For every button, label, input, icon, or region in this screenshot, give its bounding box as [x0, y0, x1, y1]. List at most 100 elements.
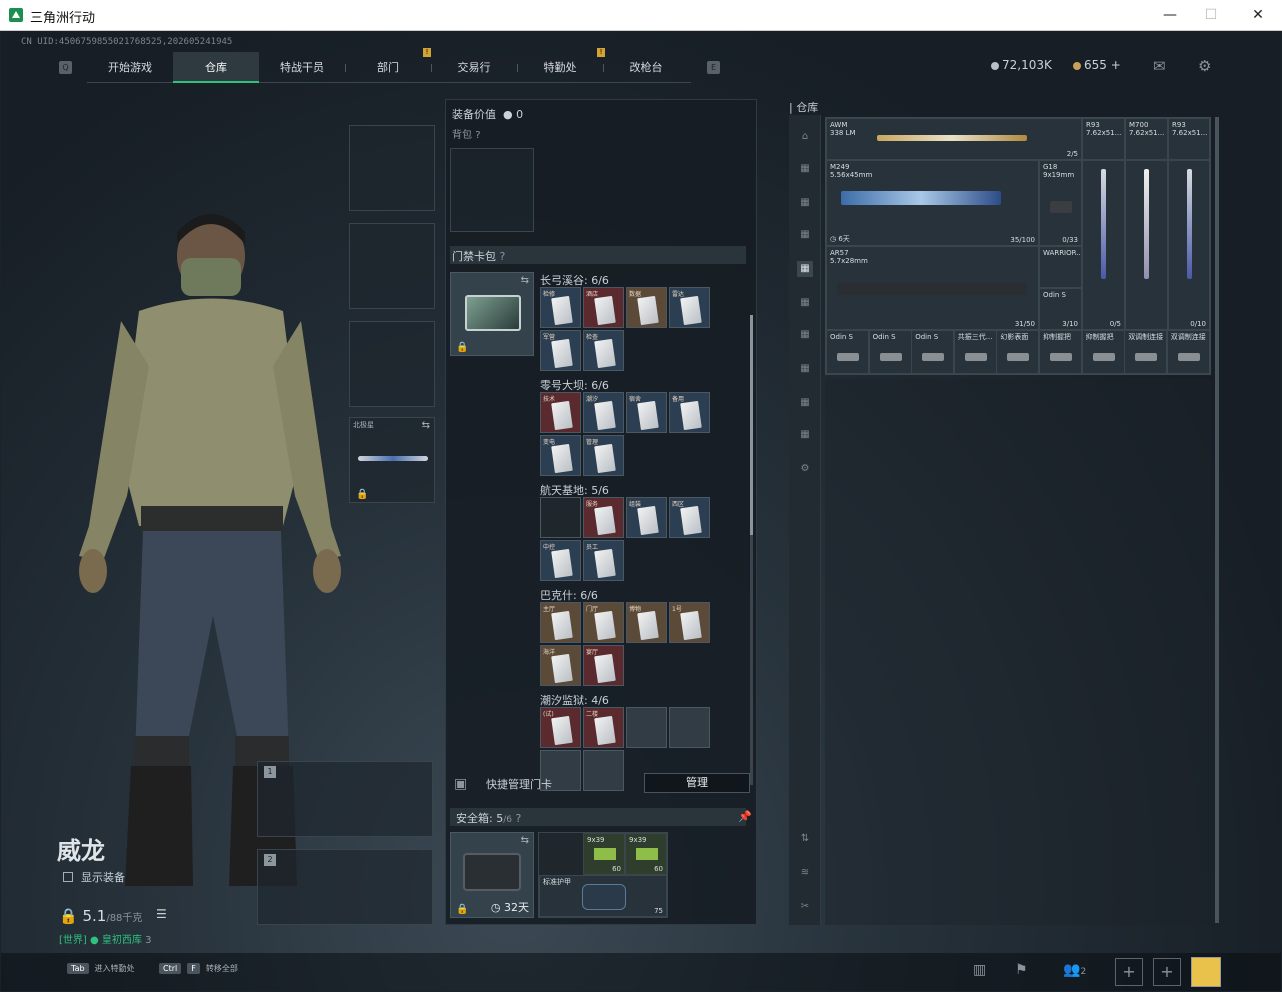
item-m700-vertical[interactable]: [1125, 160, 1168, 330]
player-avatar[interactable]: [1191, 957, 1221, 987]
hint-special-ops[interactable]: Tab 进入特勤处: [67, 963, 135, 974]
add-currency-button[interactable]: +: [1111, 58, 1121, 72]
category-icon[interactable]: ▦: [797, 195, 813, 211]
tab-operators[interactable]: 特战干员: [259, 52, 345, 83]
keycard-item[interactable]: 检修: [540, 287, 581, 328]
attachment-item[interactable]: Odin S: [868, 330, 912, 374]
keycard-empty-slot[interactable]: [669, 707, 710, 748]
stats-icon[interactable]: ▥: [973, 962, 986, 978]
minimize-button[interactable]: —: [1155, 5, 1185, 25]
tools-icon[interactable]: ✂: [797, 899, 813, 915]
ticket-balance[interactable]: 655 +: [1073, 58, 1121, 72]
swap-icon[interactable]: ⇆: [521, 835, 529, 846]
category-settings-icon[interactable]: ⚙: [797, 461, 813, 477]
invite-slot-1-button[interactable]: +: [1115, 958, 1143, 986]
primary-weapon-slot-2[interactable]: 2: [257, 849, 433, 925]
keycard-item[interactable]: (试): [540, 707, 581, 748]
item-g18[interactable]: G18 9x19mm 0/33: [1039, 160, 1082, 246]
invite-slot-2-button[interactable]: +: [1153, 958, 1181, 986]
keycard-scrollbar[interactable]: [750, 315, 753, 785]
nav-prev-icon[interactable]: Q: [59, 61, 72, 74]
pin-icon[interactable]: 📌: [738, 810, 752, 823]
maximize-button[interactable]: ☐: [1196, 5, 1226, 25]
coin-balance[interactable]: 72,103K: [991, 58, 1052, 72]
item-r93[interactable]: R93 7.62x51...: [1168, 118, 1210, 160]
keycard-item[interactable]: 数据: [626, 287, 667, 328]
keycard-item[interactable]: 管理: [583, 435, 624, 476]
primary-weapon-slot-1[interactable]: 1: [257, 761, 433, 837]
scroll-thumb[interactable]: [750, 315, 753, 535]
mail-icon[interactable]: ✉: [1153, 57, 1166, 75]
armor-slot[interactable]: [349, 223, 435, 309]
item-r93[interactable]: R93 7.62x51...: [1082, 118, 1125, 160]
keycard-item[interactable]: 员工: [583, 540, 624, 581]
item-m249[interactable]: M249 5.56x45mm ◷ 6天 35/100: [826, 160, 1039, 246]
keycard-item[interactable]: 宴厅: [583, 645, 624, 686]
category-icon[interactable]: ▦: [797, 395, 813, 411]
keycard-item[interactable]: 技术: [540, 392, 581, 433]
category-icon[interactable]: ▦: [797, 161, 813, 177]
keycard-item[interactable]: [540, 497, 581, 538]
attachment-item[interactable]: Odin S: [826, 330, 869, 374]
keycard-item[interactable]: 西区: [669, 497, 710, 538]
keycard-item[interactable]: 检查: [583, 330, 624, 371]
keycard-item[interactable]: 海洋: [540, 645, 581, 686]
keycard-item[interactable]: 变电: [540, 435, 581, 476]
tab-start-game[interactable]: 开始游戏: [87, 52, 173, 83]
armor-item[interactable]: 标准护甲 75: [539, 875, 667, 917]
attachment-item[interactable]: Odin S: [911, 330, 955, 374]
keycard-item[interactable]: 二楼: [583, 707, 624, 748]
hint-transfer-all[interactable]: Ctrl F 转移全部: [159, 963, 238, 974]
swap-icon[interactable]: ⇆: [521, 275, 529, 286]
category-icon[interactable]: ▦: [797, 361, 813, 377]
attachment-item[interactable]: 双调制连接: [1124, 330, 1168, 374]
pistol-slot[interactable]: [349, 321, 435, 407]
keycard-item[interactable]: 服务: [583, 497, 624, 538]
item-ar57[interactable]: AR57 5.7x28mm 31/50: [826, 246, 1039, 330]
helmet-slot[interactable]: [349, 125, 435, 211]
keycard-item[interactable]: 备用: [669, 392, 710, 433]
manage-button[interactable]: 管理: [644, 773, 750, 793]
keycard-item[interactable]: 酒店: [583, 287, 624, 328]
item-m700[interactable]: M700 7.62x51...: [1125, 118, 1168, 160]
keycard-item[interactable]: 宿舍: [626, 392, 667, 433]
attachment-item[interactable]: 共振三代...: [953, 330, 997, 374]
tab-special-ops[interactable]: 特勤处: [517, 52, 603, 83]
checkbox[interactable]: [63, 872, 73, 882]
item-odin-s[interactable]: Odin S 3/10: [1039, 288, 1082, 330]
category-weapons-icon[interactable]: ▦: [797, 261, 813, 277]
sort-icon[interactable]: ⇅: [797, 831, 813, 847]
attachment-item[interactable]: 幻影表面: [996, 330, 1040, 374]
safe-box-item[interactable]: ⇆ 🔒 ◷ 32天: [450, 832, 534, 918]
keycard-item[interactable]: 潮汐: [583, 392, 624, 433]
list-icon[interactable]: ☰: [156, 907, 167, 921]
tab-warehouse[interactable]: 仓库: [173, 52, 259, 83]
swap-icon[interactable]: ⇆: [422, 420, 430, 431]
keycard-item[interactable]: [583, 750, 624, 791]
category-icon[interactable]: ▦: [797, 427, 813, 443]
warehouse-scrollbar[interactable]: [1215, 117, 1219, 923]
item-r93-vertical[interactable]: 0/5: [1082, 160, 1125, 330]
category-icon[interactable]: ▦: [797, 327, 813, 343]
keycard-item[interactable]: 主厅: [540, 602, 581, 643]
item-awm[interactable]: AWM 338 LM 2/5: [826, 118, 1082, 160]
item-r93-vertical[interactable]: 0/10: [1168, 160, 1210, 330]
gear-icon[interactable]: ⚙: [1198, 57, 1211, 75]
keycard-item[interactable]: 组装: [626, 497, 667, 538]
keycard-item[interactable]: 中控: [540, 540, 581, 581]
category-icon[interactable]: ▦: [797, 295, 813, 311]
attachment-item[interactable]: 抑制握把: [1081, 330, 1125, 374]
keycard-item[interactable]: 1号: [669, 602, 710, 643]
keycard-case[interactable]: ⇆ 🔒: [450, 272, 534, 356]
tab-department[interactable]: 部门: [345, 52, 431, 83]
ammo-item-2[interactable]: 9x39 60: [625, 833, 667, 875]
close-button[interactable]: ✕: [1243, 5, 1273, 25]
backpack-slot[interactable]: [450, 148, 534, 232]
category-all-icon[interactable]: ⌂: [797, 129, 813, 145]
flag-icon[interactable]: ⚑: [1015, 962, 1028, 978]
attachment-item[interactable]: 抑制握把: [1039, 330, 1082, 374]
keycard-item[interactable]: 博物: [626, 602, 667, 643]
show-equipment-toggle[interactable]: 显示装备: [63, 869, 125, 885]
layers-icon[interactable]: ≋: [797, 865, 813, 881]
nav-next-icon[interactable]: E: [707, 61, 720, 74]
